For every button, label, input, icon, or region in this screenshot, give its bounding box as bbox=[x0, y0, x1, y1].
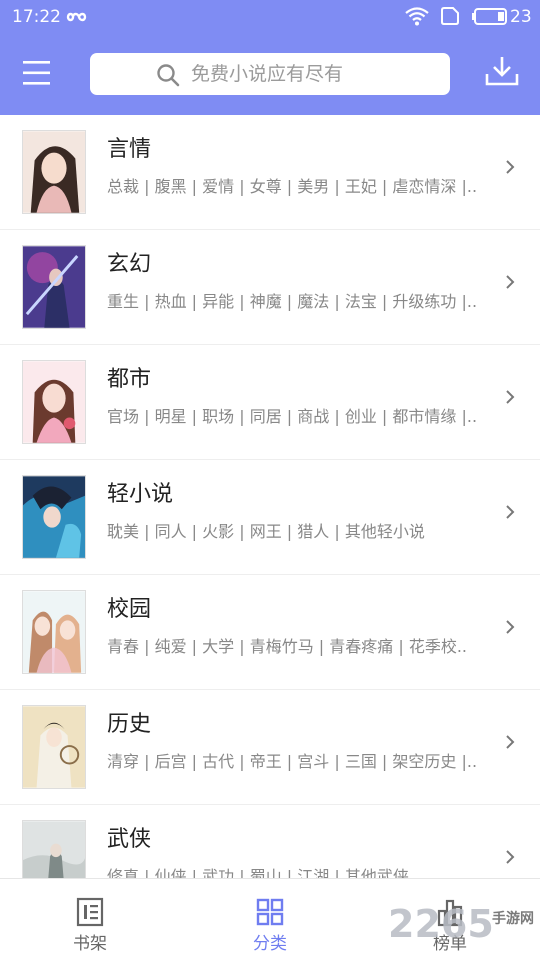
tab-label: 分类 bbox=[253, 934, 287, 954]
category-cover-image bbox=[22, 245, 86, 329]
category-list: 言情 总裁 | 腹黑 | 爱情 | 女尊 | 美男 | 王妃 | 虐恋情深 |.… bbox=[0, 115, 540, 878]
chevron-right-icon bbox=[506, 160, 515, 174]
chevron-right-icon bbox=[506, 275, 515, 289]
chevron-right-icon bbox=[506, 620, 515, 634]
category-cover-image bbox=[22, 360, 86, 444]
infinity-icon bbox=[66, 12, 87, 22]
watermark-number: 2265 bbox=[388, 902, 494, 946]
category-title: 言情 bbox=[107, 137, 152, 162]
category-row-history[interactable]: 历史 清穿 | 后宫 | 古代 | 帝王 | 宫斗 | 三国 | 架空历史 |.… bbox=[0, 690, 540, 805]
bookshelf-icon bbox=[76, 897, 104, 927]
category-row-urban[interactable]: 都市 官场 | 明星 | 职场 | 同居 | 商战 | 创业 | 都市情缘 |.… bbox=[0, 345, 540, 460]
tab-category[interactable]: 分类 bbox=[210, 879, 330, 960]
category-tags: 修真 | 仙侠 | 武功 | 蜀山 | 江湖 | 其他武侠 bbox=[107, 867, 409, 878]
category-cover-image bbox=[22, 820, 86, 878]
category-tags: 青春 | 纯爱 | 大学 | 青梅竹马 | 青春疼痛 | 花季校.. bbox=[107, 637, 467, 656]
category-cover-image bbox=[22, 130, 86, 214]
category-title: 历史 bbox=[107, 712, 152, 737]
category-title: 玄幻 bbox=[107, 252, 152, 277]
category-row-campus[interactable]: 校园 青春 | 纯爱 | 大学 | 青梅竹马 | 青春疼痛 | 花季校.. bbox=[0, 575, 540, 690]
search-input[interactable]: 免费小说应有尽有 bbox=[90, 53, 450, 95]
category-icon bbox=[256, 898, 284, 926]
category-title: 轻小说 bbox=[107, 482, 174, 507]
battery-icon bbox=[472, 8, 507, 25]
site-watermark: 2265 手游网 bbox=[388, 896, 538, 956]
category-row-light-novel[interactable]: 轻小说 耽美 | 同人 | 火影 | 网王 | 猎人 | 其他轻小说 bbox=[0, 460, 540, 575]
chevron-right-icon bbox=[506, 390, 515, 404]
chevron-right-icon bbox=[506, 735, 515, 749]
tab-label: 书架 bbox=[73, 934, 107, 954]
category-cover-image bbox=[22, 475, 86, 559]
category-cover-image bbox=[22, 590, 86, 674]
category-row-romance[interactable]: 言情 总裁 | 腹黑 | 爱情 | 女尊 | 美男 | 王妃 | 虐恋情深 |.… bbox=[0, 115, 540, 230]
watermark-text: 手游网 bbox=[492, 911, 534, 927]
tab-bookshelf[interactable]: 书架 bbox=[30, 879, 150, 960]
category-row-wuxia[interactable]: 武侠 修真 | 仙侠 | 武功 | 蜀山 | 江湖 | 其他武侠 bbox=[0, 805, 540, 878]
category-tags: 总裁 | 腹黑 | 爱情 | 女尊 | 美男 | 王妃 | 虐恋情深 |.. bbox=[107, 177, 478, 196]
category-title: 都市 bbox=[107, 367, 152, 392]
chevron-right-icon bbox=[506, 850, 515, 864]
status-bar: 17:22 23 bbox=[0, 0, 540, 34]
category-row-fantasy[interactable]: 玄幻 重生 | 热血 | 异能 | 神魔 | 魔法 | 法宝 | 升级练功 |.… bbox=[0, 230, 540, 345]
sim-icon bbox=[441, 7, 459, 25]
download-icon[interactable] bbox=[484, 54, 520, 88]
category-tags: 重生 | 热血 | 异能 | 神魔 | 魔法 | 法宝 | 升级练功 |.. bbox=[107, 292, 478, 311]
category-tags: 官场 | 明星 | 职场 | 同居 | 商战 | 创业 | 都市情缘 |.. bbox=[107, 407, 478, 426]
category-tags: 清穿 | 后宫 | 古代 | 帝王 | 宫斗 | 三国 | 架空历史 |.. bbox=[107, 752, 478, 771]
battery-level: 23 bbox=[510, 7, 532, 27]
wifi-icon bbox=[405, 7, 429, 26]
app-header: 17:22 23 免费小说应有尽有 bbox=[0, 0, 540, 115]
category-cover-image bbox=[22, 705, 86, 789]
search-icon bbox=[157, 64, 180, 87]
chevron-right-icon bbox=[506, 505, 515, 519]
category-title: 校园 bbox=[107, 597, 152, 622]
status-time: 17:22 bbox=[12, 7, 61, 27]
category-title: 武侠 bbox=[107, 827, 152, 852]
search-placeholder: 免费小说应有尽有 bbox=[191, 63, 344, 85]
menu-icon[interactable] bbox=[20, 58, 54, 88]
category-tags: 耽美 | 同人 | 火影 | 网王 | 猎人 | 其他轻小说 bbox=[107, 522, 425, 541]
